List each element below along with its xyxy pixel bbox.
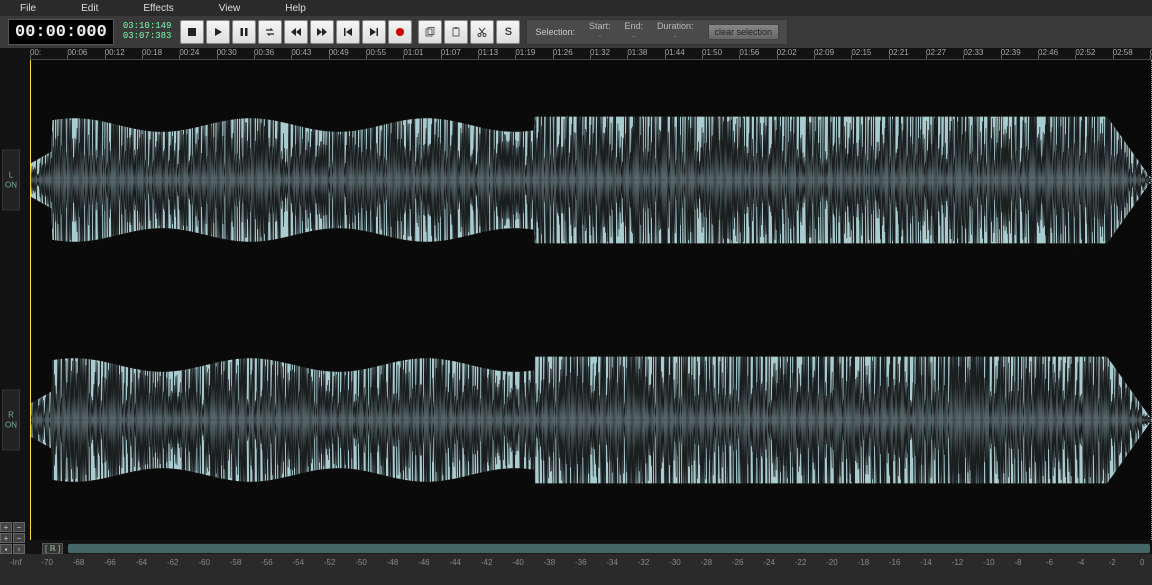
time-remaining: 03:07:383 xyxy=(123,32,172,42)
cut-button[interactable] xyxy=(470,20,494,44)
channel-right-label[interactable]: R ON xyxy=(2,389,20,450)
playhead[interactable] xyxy=(30,60,31,540)
paste-button[interactable] xyxy=(444,20,468,44)
channel-left-label[interactable]: L ON xyxy=(2,149,20,210)
selection-panel: Selection: Start:- End:- Duration:- clea… xyxy=(526,19,788,45)
time-main: 00:00:000 xyxy=(8,19,114,45)
menu-help[interactable]: Help xyxy=(285,3,306,14)
skip-start-button[interactable] xyxy=(336,20,360,44)
time-secondary: 03:10:149 03:07:383 xyxy=(120,22,175,42)
play-button[interactable] xyxy=(206,20,230,44)
time-ruler[interactable]: 00:00:0600:1200:1800:2400:3000:3600:4300… xyxy=(30,48,1152,60)
zoom-sel[interactable]: ▫ xyxy=(13,544,25,554)
clear-selection-button[interactable]: clear selection xyxy=(708,24,780,40)
channel-right[interactable]: R ON xyxy=(30,300,1152,540)
waveform-area[interactable]: L ON R ON xyxy=(30,60,1152,540)
rewind-button[interactable] xyxy=(284,20,308,44)
menu-effects[interactable]: Effects xyxy=(143,3,173,14)
menu-edit[interactable]: Edit xyxy=(81,3,98,14)
toolbar: 00:00:000 03:10:149 03:07:383 S Selectio… xyxy=(0,16,1152,48)
zoom-in-v[interactable]: + xyxy=(0,522,12,532)
editor-main: 00:00:0600:1200:1800:2400:3000:3600:4300… xyxy=(0,48,1152,554)
edit-group: S xyxy=(418,20,520,44)
menu-view[interactable]: View xyxy=(219,3,241,14)
db-ruler: -Inf-70-68-66-64-62-60-58-56-54-52-50-48… xyxy=(10,558,1152,570)
skip-end-button[interactable] xyxy=(362,20,386,44)
transport-group xyxy=(180,20,412,44)
sel-duration: Duration:- xyxy=(657,22,694,42)
zoom-out-h[interactable]: − xyxy=(13,533,25,543)
h-scrollbar-thumb[interactable] xyxy=(68,544,1150,553)
sel-start: Start:- xyxy=(589,22,611,42)
pause-button[interactable] xyxy=(232,20,256,44)
h-scrollbar[interactable] xyxy=(68,543,1150,554)
menu-file[interactable]: File xyxy=(20,3,36,14)
copy-button[interactable] xyxy=(418,20,442,44)
zoom-controls: + − + − ▪ ▫ xyxy=(0,522,30,554)
sel-end: End:- xyxy=(624,22,643,42)
selection-label: Selection: xyxy=(535,27,575,37)
menu-bar: File Edit Effects View Help xyxy=(0,0,1152,16)
zoom-out-v[interactable]: − xyxy=(13,522,25,532)
zoom-fit[interactable]: ▪ xyxy=(0,544,12,554)
forward-button[interactable] xyxy=(310,20,334,44)
stop-button[interactable] xyxy=(180,20,204,44)
hl-badge[interactable]: [ ℝ ] xyxy=(42,543,63,554)
loop-button[interactable] xyxy=(258,20,282,44)
zoom-in-h[interactable]: + xyxy=(0,533,12,543)
channel-left[interactable]: L ON xyxy=(30,60,1152,300)
s-button[interactable]: S xyxy=(496,20,520,44)
record-button[interactable] xyxy=(388,20,412,44)
